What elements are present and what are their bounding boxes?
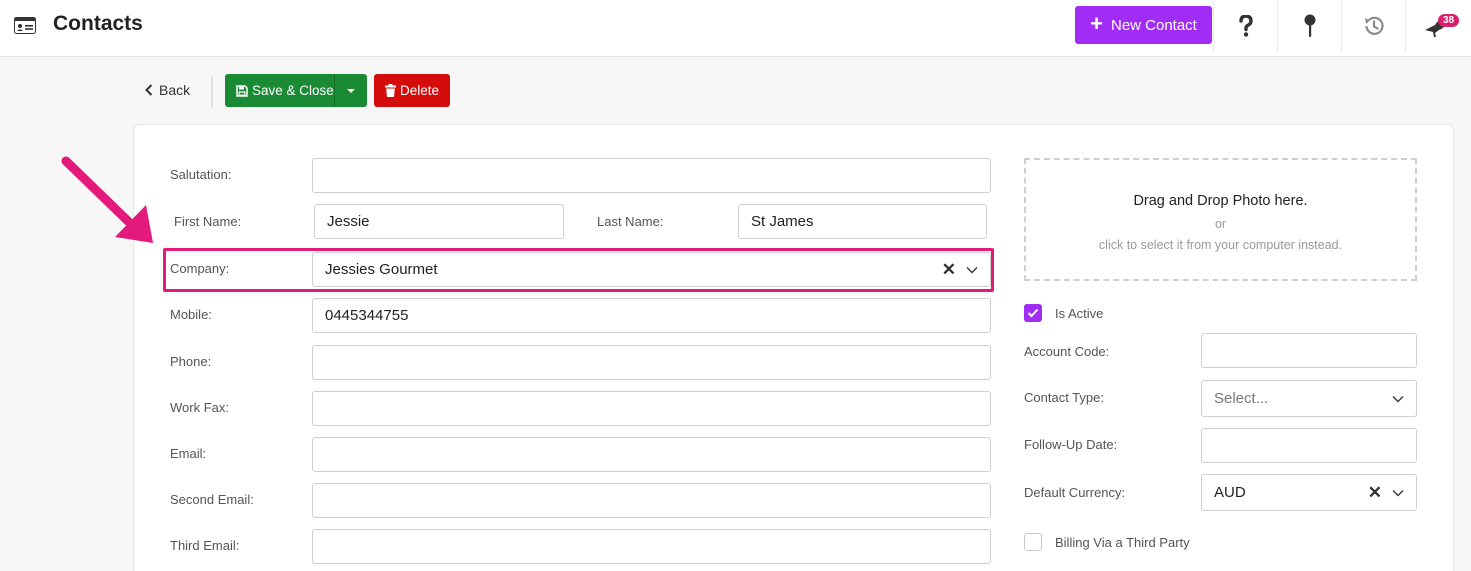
company-highlight-box (163, 248, 994, 292)
dropzone-or: or (1214, 217, 1227, 231)
first-name-field[interactable]: Jessie (314, 204, 564, 239)
chevron-down-icon[interactable] (1392, 395, 1404, 403)
help-icon (1238, 15, 1253, 37)
back-button[interactable]: Back (145, 82, 190, 98)
save-close-label: Save & Close (252, 83, 334, 98)
top-bar: Contacts + New Contact 38 (0, 0, 1471, 57)
delete-label: Delete (399, 83, 440, 98)
pin-icon (1304, 14, 1315, 37)
mobile-field[interactable]: 0445344755 (312, 298, 991, 333)
contact-type-select[interactable]: Select... (1201, 380, 1417, 417)
back-label: Back (159, 82, 191, 98)
default-currency-select[interactable]: AUD ✕ (1201, 474, 1417, 511)
chevron-left-icon (145, 84, 153, 96)
first-name-label: First Name: (174, 214, 242, 229)
chevron-down-icon[interactable] (1392, 489, 1404, 497)
second-email-label: Second Email: (170, 492, 254, 507)
email-label: Email: (170, 446, 207, 461)
contact-type-placeholder: Select... (1214, 390, 1269, 407)
page-title: Contacts (53, 12, 143, 35)
is-active-label: Is Active (1055, 306, 1104, 321)
trash-icon (384, 84, 396, 97)
salutation-label: Salutation: (170, 167, 232, 182)
save-options-toggle[interactable] (335, 74, 367, 107)
new-contact-button[interactable]: + New Contact (1075, 6, 1212, 44)
new-contact-label: New Contact (1110, 16, 1197, 34)
caret-down-icon (347, 88, 355, 93)
last-name-label: Last Name: (597, 214, 664, 229)
checkmark-icon (1027, 308, 1039, 318)
second-email-field[interactable] (312, 483, 991, 518)
last-name-field[interactable]: St James (738, 204, 987, 239)
account-code-label: Account Code: (1024, 344, 1110, 359)
currency-value: AUD (1214, 484, 1246, 501)
account-code-field[interactable] (1201, 333, 1417, 368)
dropzone-subtitle: click to select it from your computer in… (1098, 238, 1343, 252)
save-close-button[interactable]: Save & Close (225, 74, 335, 107)
follow-up-date-field[interactable] (1201, 428, 1417, 463)
is-active-checkbox[interactable] (1024, 304, 1042, 322)
notification-badge: 38 (1438, 14, 1460, 27)
history-icon (1364, 16, 1384, 35)
clear-currency-icon[interactable]: ✕ (1368, 483, 1382, 503)
history-button[interactable] (1341, 0, 1405, 52)
notifications-button[interactable] (1405, 0, 1469, 52)
billing-third-party-checkbox[interactable] (1024, 533, 1042, 551)
toolbar-divider (211, 76, 213, 108)
third-email-label: Third Email: (170, 538, 240, 553)
dropzone-title: Drag and Drop Photo here. (1133, 193, 1308, 209)
pin-button[interactable] (1277, 0, 1341, 52)
save-icon (236, 84, 248, 97)
work-fax-field[interactable] (312, 391, 991, 426)
mobile-label: Mobile: (170, 307, 212, 322)
default-currency-label: Default Currency: (1024, 485, 1126, 500)
contact-card-icon (14, 17, 36, 34)
email-field[interactable] (312, 437, 991, 472)
last-name-value: St James (751, 213, 814, 230)
billing-third-party-label: Billing Via a Third Party (1055, 535, 1190, 550)
photo-dropzone[interactable]: Drag and Drop Photo here. or click to se… (1024, 158, 1417, 281)
salutation-field[interactable] (312, 158, 991, 193)
third-email-field[interactable] (312, 529, 991, 564)
work-fax-label: Work Fax: (170, 400, 229, 415)
first-name-value: Jessie (327, 213, 370, 230)
follow-up-date-label: Follow-Up Date: (1024, 437, 1118, 452)
annotation-arrow-icon (61, 156, 153, 243)
phone-label: Phone: (170, 354, 212, 369)
phone-field[interactable] (312, 345, 991, 380)
help-button[interactable] (1213, 0, 1277, 52)
plus-icon: + (1090, 10, 1103, 36)
contact-type-label: Contact Type: (1024, 390, 1104, 405)
delete-button[interactable]: Delete (374, 74, 450, 107)
save-close-button-group: Save & Close (225, 74, 367, 107)
mobile-value: 0445344755 (325, 307, 409, 324)
